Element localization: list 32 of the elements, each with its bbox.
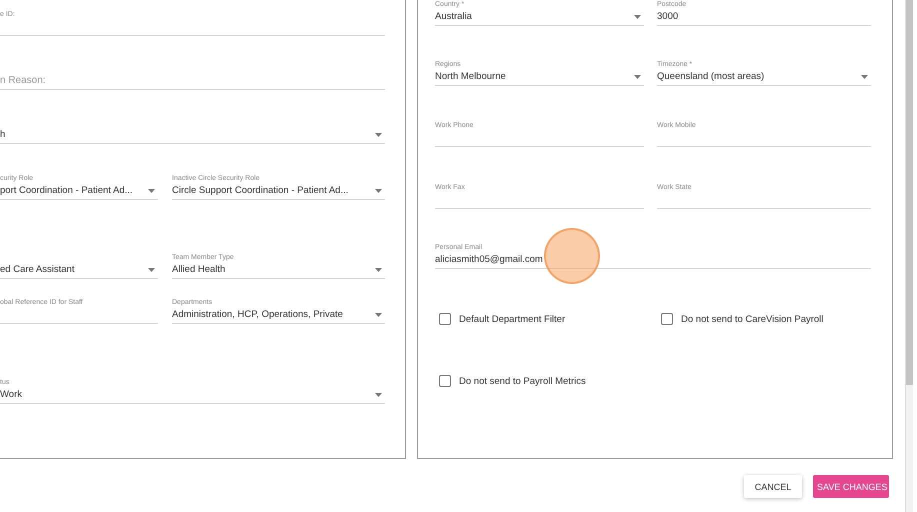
checkbox-label: Do not send to Payroll Metrics — [459, 376, 586, 386]
dropdown[interactable]: ed Care Assistant — [0, 263, 158, 279]
dropdown[interactable]: Circle Support Coordination - Patient Ad... — [172, 184, 385, 200]
dropdown[interactable]: Work — [0, 388, 385, 404]
text-field[interactable]: n Reason: — [0, 74, 385, 90]
caret-icon — [861, 74, 868, 78]
caret-icon — [375, 312, 382, 316]
caret-icon — [375, 132, 382, 136]
dropdown[interactable]: Queensland (most areas) — [657, 70, 871, 86]
caret-icon — [375, 392, 382, 396]
dropdown[interactable]: North Melbourne — [435, 70, 644, 86]
caret-icon — [148, 268, 155, 272]
checkbox-label: Do not send to CareVision Payroll — [681, 314, 824, 324]
checkbox[interactable] — [439, 313, 451, 325]
scrollbar[interactable] — [905, 0, 913, 512]
checkbox[interactable] — [439, 375, 451, 387]
caret-icon — [634, 14, 641, 18]
checkbox[interactable] — [661, 313, 673, 325]
text-field[interactable]: aliciasmith05@gmail.com — [435, 253, 871, 269]
dropdown[interactable]: Administration, HCP, Operations, Private — [172, 308, 385, 324]
checkbox-label: Default Department Filter — [459, 314, 566, 324]
caret-icon — [375, 188, 382, 192]
cancel-button[interactable]: CANCEL — [744, 475, 802, 498]
text-field[interactable]: 3000 — [657, 10, 871, 26]
caret-icon — [375, 268, 382, 272]
dropdown[interactable]: Australia — [435, 10, 644, 26]
caret-icon — [148, 188, 155, 192]
dropdown[interactable]: h — [0, 128, 385, 144]
save-button[interactable]: SAVE CHANGES — [813, 475, 889, 498]
dropdown[interactable]: port Coordination - Patient Ad... — [0, 184, 158, 200]
caret-icon — [634, 74, 641, 78]
dropdown[interactable]: Allied Health — [172, 263, 385, 279]
